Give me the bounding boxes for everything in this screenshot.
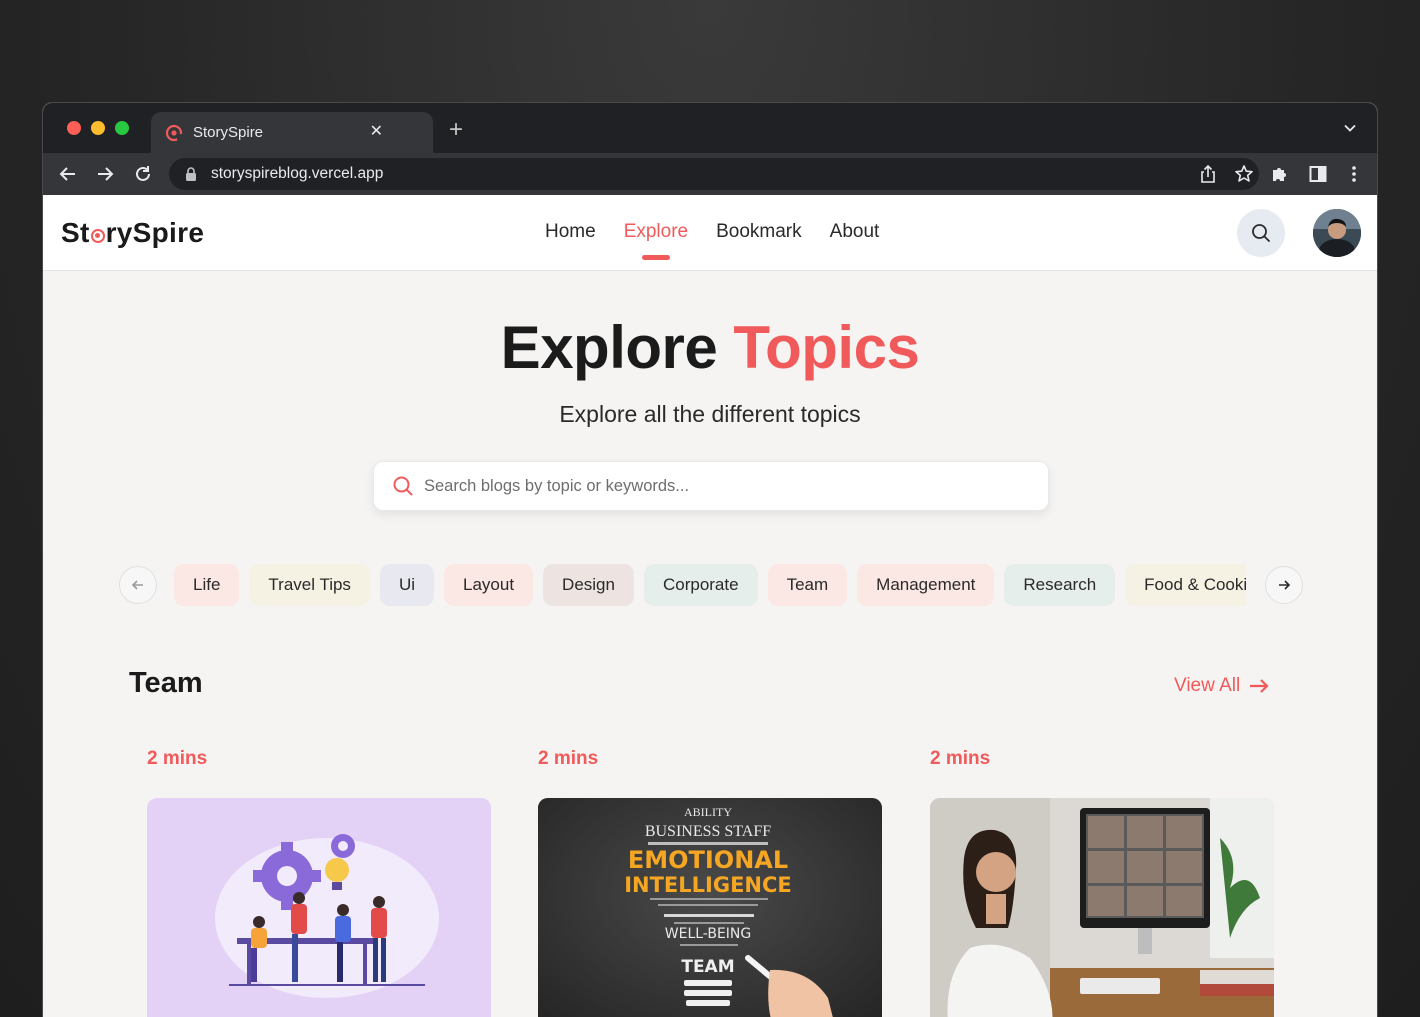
nav-explore[interactable]: Explore	[624, 221, 688, 260]
chevron-down-icon[interactable]	[1343, 121, 1357, 135]
arrow-right-icon	[1279, 580, 1291, 590]
share-icon[interactable]	[1197, 163, 1219, 185]
topic-chip[interactable]: Research	[1004, 564, 1116, 606]
topic-chip[interactable]: Ui	[379, 564, 434, 606]
view-all-label: View All	[1174, 675, 1241, 696]
arrow-right-icon	[1250, 679, 1269, 693]
page-subtitle: Explore all the different topics	[559, 401, 861, 427]
topic-chips: Life Travel Tips Ui Layout Design Corporate Te…	[174, 564, 1246, 608]
arrow-left-icon	[131, 580, 143, 590]
nav-about[interactable]: About	[830, 221, 880, 243]
chalk-word-emotional: EMOTIONAL	[628, 846, 788, 874]
minimize-window-button[interactable]	[91, 121, 105, 135]
topic-chip[interactable]: Food & Cooking	[1125, 564, 1246, 606]
chips-prev-button[interactable]	[119, 566, 157, 604]
lock-icon	[186, 167, 196, 181]
topic-chip[interactable]: Design	[543, 564, 634, 606]
logo-prefix: St	[61, 217, 90, 248]
card-read-time: 2 mins	[538, 748, 599, 769]
topic-chip[interactable]: Corporate	[643, 564, 758, 606]
search-icon	[393, 476, 413, 496]
close-window-button[interactable]	[67, 121, 81, 135]
chalk-word-intelligence: INTELLIGENCE	[624, 873, 792, 897]
section-title: Team	[129, 667, 203, 699]
title-accent: Topics	[733, 314, 920, 381]
browser-toolbar: storyspireblog.vercel.app	[43, 153, 1377, 195]
storyspire-favicon-icon	[165, 124, 183, 141]
chalk-word-wellbeing: WELL-BEING	[665, 926, 752, 942]
more-vertical-icon[interactable]	[1344, 164, 1364, 184]
browser-window: StorySpire ✕ + storyspireblog.vercel.app	[42, 102, 1378, 1017]
tab-title: StorySpire	[193, 124, 264, 141]
logo-suffix: rySpire	[105, 217, 205, 248]
nav-home[interactable]: Home	[545, 221, 596, 243]
browser-tab[interactable]: StorySpire ✕	[151, 112, 433, 153]
chips-next-button[interactable]	[1265, 566, 1303, 604]
tab-strip: StorySpire ✕ +	[43, 103, 1377, 153]
main-nav: Home Explore Bookmark About	[545, 221, 880, 260]
title-main: Explore	[500, 314, 718, 381]
topic-chip[interactable]: Team	[767, 564, 848, 606]
forward-arrow-icon[interactable]	[94, 163, 116, 185]
chalk-word-ability: ABILITY	[684, 805, 732, 819]
side-panel-icon[interactable]	[1308, 164, 1328, 184]
search-icon	[1252, 224, 1270, 242]
extensions-puzzle-icon[interactable]	[1270, 164, 1290, 184]
card-image-team-illustration[interactable]	[147, 798, 491, 1017]
topic-chip[interactable]: Life	[174, 564, 240, 606]
page-content: St rySpire Home Explore Bookmark About E…	[43, 195, 1377, 1017]
card-read-time: 2 mins	[930, 748, 991, 769]
card-image-video-call[interactable]	[930, 798, 1274, 1017]
topic-search-box[interactable]	[373, 461, 1049, 511]
url-text: storyspireblog.vercel.app	[211, 165, 384, 182]
page-title: Explore Topics	[43, 313, 1377, 382]
nav-bookmark[interactable]: Bookmark	[716, 221, 802, 243]
new-tab-icon[interactable]: +	[449, 116, 463, 144]
reload-icon[interactable]	[132, 163, 154, 185]
site-logo[interactable]: St rySpire	[61, 217, 204, 249]
card-image-emotional-intelligence[interactable]: ABILITY BUSINESS STAFF EMOTIONAL INTELLI…	[538, 798, 882, 1017]
card-read-time: 2 mins	[147, 748, 208, 769]
chalk-word-team: TEAM	[681, 957, 734, 977]
chalk-word-business: BUSINESS STAFF	[645, 823, 771, 840]
header-search-button[interactable]	[1237, 209, 1285, 257]
topic-chip[interactable]: Management	[857, 564, 995, 606]
back-arrow-icon[interactable]	[57, 163, 79, 185]
user-avatar[interactable]	[1313, 209, 1361, 257]
site-header: St rySpire Home Explore Bookmark About	[43, 195, 1377, 271]
view-all-link[interactable]: View All	[1174, 675, 1270, 697]
tab-close-icon[interactable]: ✕	[370, 121, 383, 141]
search-input[interactable]	[424, 476, 1024, 496]
topic-chip[interactable]: Layout	[444, 564, 534, 606]
topic-chip[interactable]: Travel Tips	[249, 564, 370, 606]
maximize-window-button[interactable]	[115, 121, 129, 135]
star-bookmark-icon[interactable]	[1233, 163, 1255, 185]
address-bar[interactable]: storyspireblog.vercel.app	[169, 158, 1259, 190]
logo-o-mark-icon	[90, 229, 105, 243]
